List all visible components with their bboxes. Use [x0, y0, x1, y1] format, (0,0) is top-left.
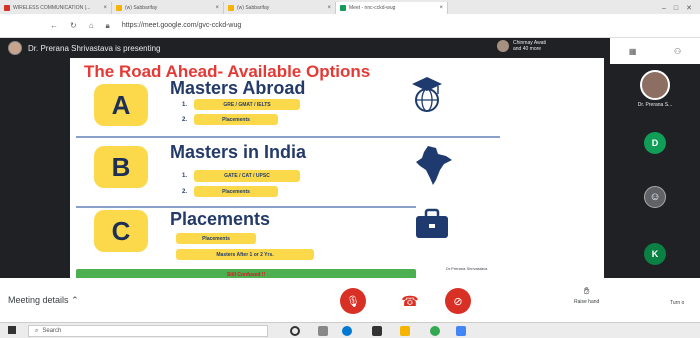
item-number: 1.: [182, 102, 188, 108]
close-tab-icon[interactable]: ×: [215, 5, 219, 11]
participant-tile[interactable]: ☺︎: [612, 186, 698, 208]
reload-icon[interactable]: ↻: [70, 21, 77, 30]
section-divider: [76, 206, 416, 208]
close-tab-icon[interactable]: ×: [439, 5, 443, 11]
participant-tile[interactable]: K: [612, 243, 698, 265]
item-number: 2.: [182, 117, 188, 123]
hand-icon: ✋︎: [583, 286, 590, 297]
section-c-item-2: Masters After 1 or 2 Yrs.: [176, 249, 314, 260]
section-a-badge: A: [94, 84, 148, 126]
participant-avatar: K: [644, 243, 666, 265]
tab-favicon-icon: [228, 5, 234, 11]
participant-name: Dr. Prerana S...: [637, 102, 673, 108]
graduation-globe-icon: [412, 77, 442, 112]
windows-taskbar: ⌕ Search: [0, 322, 700, 338]
tab-favicon-icon: [116, 5, 122, 11]
cortana-icon[interactable]: [290, 326, 300, 336]
mic-off-button[interactable]: 🎙︎: [340, 288, 366, 314]
meet-control-bar: Meeting details ⌃ 🎙︎ ☎︎ ⊘ ✋︎ Raise hand …: [0, 278, 700, 322]
india-map-icon: [416, 146, 452, 185]
section-b-badge: B: [94, 146, 148, 188]
minimize-icon[interactable]: –: [662, 5, 666, 12]
chrome-icon[interactable]: [430, 326, 440, 336]
participant-avatar: [497, 40, 509, 52]
briefcase-icon: [416, 208, 448, 238]
section-b-heading: Masters in India: [170, 142, 307, 162]
people-icon[interactable]: ⚇: [674, 47, 681, 56]
meet-favicon-icon: [340, 5, 346, 11]
browser-tab[interactable]: (w) Sabbarifay ×: [112, 2, 224, 14]
item-number: 2.: [182, 189, 188, 195]
section-c-badge: C: [94, 210, 148, 252]
tab-favicon-icon: [4, 5, 10, 11]
file-explorer-icon[interactable]: [400, 326, 410, 336]
section-b-item-1: GATE / CAT / UPSC: [194, 170, 300, 182]
edge-icon[interactable]: [342, 326, 352, 336]
item-number: 1.: [182, 173, 188, 179]
participants-chip-label: Chinmay Awati and 40 more: [513, 40, 546, 52]
taskbar-search[interactable]: ⌕ Search: [28, 325, 268, 337]
mic-off-icon: 🎙︎: [346, 295, 360, 308]
close-tab-icon[interactable]: ×: [103, 5, 107, 11]
presentation-slide: The Road Ahead- Available Options A Mast…: [70, 58, 604, 284]
section-c-item-1: Placements: [176, 233, 256, 244]
back-icon[interactable]: ←: [50, 21, 58, 30]
turn-on-captions-button[interactable]: Turn o: [670, 300, 684, 306]
participant-tile[interactable]: D: [612, 132, 698, 154]
presenter-text: Dr. Prerana Shrivastava is presenting: [28, 43, 161, 53]
close-tab-icon[interactable]: ×: [327, 5, 331, 11]
app-icon[interactable]: [456, 326, 466, 336]
layout-icon[interactable]: ▦: [629, 47, 637, 56]
section-c-heading: Placements: [170, 209, 271, 229]
leave-call-button[interactable]: ☎︎: [397, 288, 423, 314]
browser-tab-bar: WIRELESS COMMUNICATION (... × (w) Sabbari…: [0, 0, 700, 14]
slide-credit: Dr.Prerana Shrivastava: [446, 266, 488, 271]
raise-hand-button[interactable]: ✋︎ Raise hand: [574, 286, 599, 305]
home-icon[interactable]: ⌂: [89, 21, 94, 30]
presenter-avatar: [8, 41, 22, 55]
window-controls: – □ ✕: [662, 2, 700, 14]
participants-chip[interactable]: Chinmay Awati and 40 more: [497, 40, 553, 52]
camera-off-button[interactable]: ⊘: [445, 288, 471, 314]
section-a-item-2: Placements: [194, 114, 278, 125]
url-field[interactable]: https://meet.google.com/gvc-cckd-wug: [122, 22, 241, 29]
meeting-details-label: Meeting details: [8, 294, 69, 305]
maximize-icon[interactable]: □: [674, 5, 678, 12]
search-placeholder: Search: [42, 328, 62, 334]
search-icon: ⌕: [35, 327, 39, 334]
hangup-icon: ☎︎: [401, 292, 419, 309]
raise-hand-label: Raise hand: [574, 299, 600, 305]
task-view-icon[interactable]: [318, 326, 328, 336]
participant-avatar: D: [644, 132, 666, 154]
top-right-tools: ▦ ⚇: [610, 38, 700, 64]
lock-icon: 🔒︎: [105, 20, 110, 30]
meeting-details-button[interactable]: Meeting details ⌃: [8, 295, 79, 306]
section-a-item-1: GRE / GMAT / IELTS: [194, 99, 300, 110]
windows-start-icon[interactable]: [8, 326, 16, 334]
browser-tab-active[interactable]: Meet - nnc-cckd-wug ×: [336, 2, 448, 14]
section-b-item-2: Placements: [194, 186, 278, 197]
participant-tile[interactable]: Dr. Prerana S...: [612, 70, 698, 108]
address-bar: ← ↻ ⌂ 🔒︎ https://meet.google.com/gvc-cck…: [0, 14, 700, 38]
browser-tab[interactable]: (w) Sabbarifay ×: [224, 2, 336, 14]
participant-avatar: [640, 70, 670, 100]
section-divider: [76, 136, 500, 138]
browser-tab[interactable]: WIRELESS COMMUNICATION (... ×: [0, 2, 112, 14]
camera-off-icon: ⊘: [453, 295, 463, 308]
participant-avatar: ☺︎: [644, 186, 666, 208]
section-a-heading: Masters Abroad: [170, 78, 306, 98]
chevron-up-icon: ⌃: [71, 294, 79, 305]
close-window-icon[interactable]: ✕: [686, 4, 692, 12]
store-icon[interactable]: [372, 326, 382, 336]
